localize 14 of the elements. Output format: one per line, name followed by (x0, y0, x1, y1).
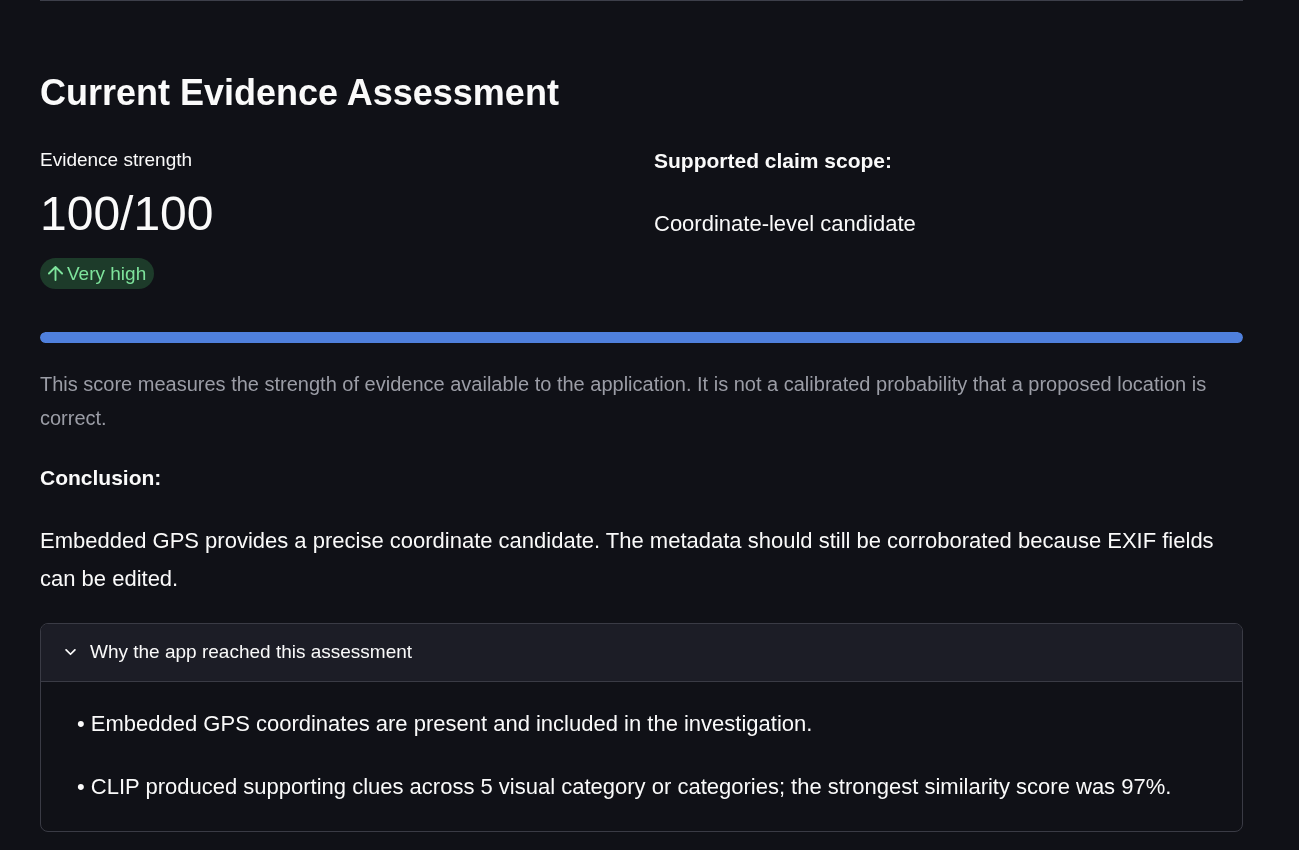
expander-header[interactable]: Why the app reached this assessment (41, 624, 1242, 682)
scope-value: Coordinate-level candidate (654, 211, 916, 237)
delta-text: Very high (67, 261, 147, 286)
metric-label: Evidence strength (40, 148, 193, 172)
chevron-down-icon (65, 649, 76, 656)
arrow-up-icon (48, 266, 63, 281)
caption-text: This score measures the strength of evidence available to the application. It is not a calibrated probability that a proposed location is correct. (40, 372, 1208, 431)
metric-value: 100/100 (40, 186, 214, 242)
section-heading: Current Evidence Assessment (40, 71, 560, 115)
list-item: • CLIP produced supporting clues across 5 visual category or categories; the strongest similarity score was 97%. (77, 773, 1173, 801)
conclusion-label: Conclusion: (40, 465, 163, 491)
scope-label: Supported claim scope: (654, 148, 893, 174)
conclusion-text: Embedded GPS provides a precise coordinate candidate. The metadata should still be corroborated because EXIF fields can be edited. (40, 527, 1215, 593)
list-item: • Embedded GPS coordinates are present and included in the investigation. (77, 710, 814, 738)
